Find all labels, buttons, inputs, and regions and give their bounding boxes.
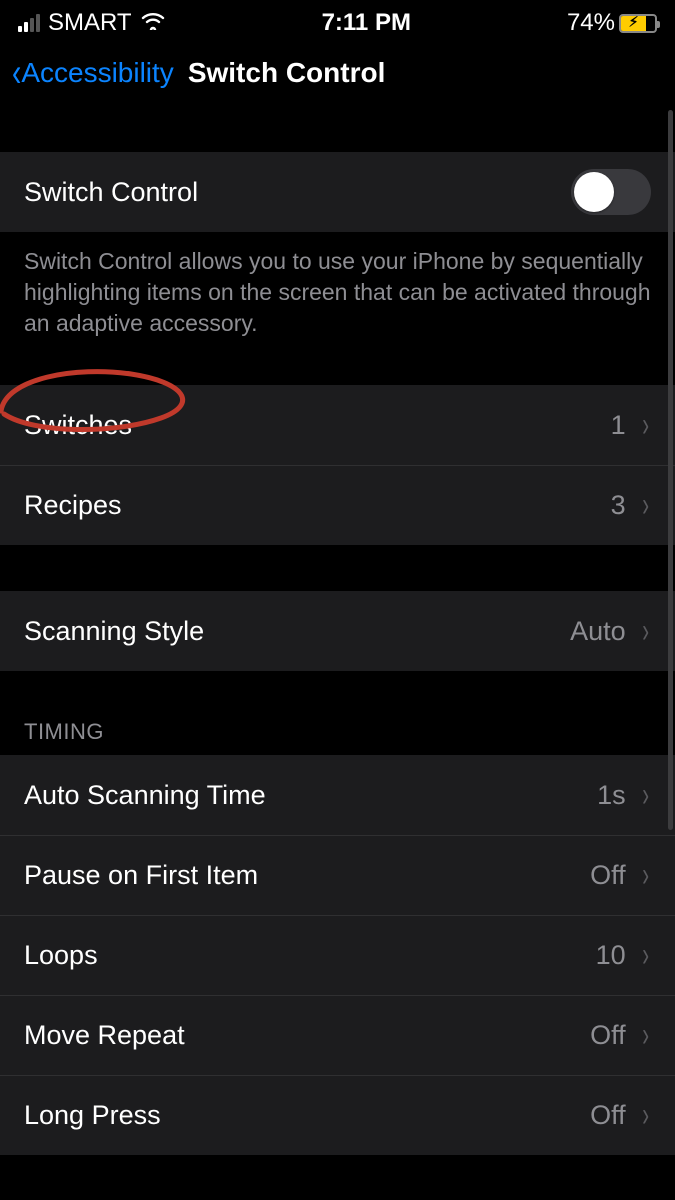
charging-bolt-icon: ⚡︎ [629, 14, 639, 31]
nav-bar: ‹ Accessibility Switch Control [0, 42, 675, 104]
recipes-value: 3 [611, 490, 626, 521]
scanning-style-row[interactable]: Scanning Style Auto › [0, 591, 675, 671]
cellular-signal-icon [18, 14, 40, 32]
recipes-label: Recipes [24, 490, 122, 521]
wifi-icon [140, 9, 166, 37]
toggle-knob [574, 172, 614, 212]
chevron-right-icon: › [642, 612, 649, 651]
clock: 7:11 PM [322, 9, 411, 37]
pause-on-first-item-value: Off [590, 860, 626, 891]
carrier-label: SMART [48, 9, 132, 37]
auto-scanning-time-value: 1s [597, 780, 626, 811]
move-repeat-row[interactable]: Move Repeat Off › [0, 995, 675, 1075]
switch-control-toggle[interactable] [571, 169, 651, 215]
status-bar: SMART 7:11 PM 74% ⚡︎ [0, 0, 675, 42]
pause-on-first-item-label: Pause on First Item [24, 860, 258, 891]
chevron-right-icon: › [642, 1096, 649, 1135]
back-button[interactable]: ‹ Accessibility [10, 53, 174, 93]
chevron-right-icon: › [642, 1016, 649, 1055]
scanning-style-label: Scanning Style [24, 616, 204, 647]
long-press-value: Off [590, 1100, 626, 1131]
battery-percentage: 74% [567, 9, 615, 37]
switches-row[interactable]: Switches 1 › [0, 385, 675, 465]
chevron-right-icon: › [642, 936, 649, 975]
loops-value: 10 [596, 940, 626, 971]
chevron-right-icon: › [642, 406, 649, 445]
chevron-left-icon: ‹ [12, 53, 21, 93]
auto-scanning-time-label: Auto Scanning Time [24, 780, 266, 811]
switches-value: 1 [611, 410, 626, 441]
loops-label: Loops [24, 940, 98, 971]
chevron-right-icon: › [642, 776, 649, 815]
move-repeat-value: Off [590, 1020, 626, 1051]
move-repeat-label: Move Repeat [24, 1020, 185, 1051]
chevron-right-icon: › [642, 486, 649, 525]
timing-section-header: TIMING [0, 719, 675, 755]
battery-icon: ⚡︎ [619, 14, 657, 33]
auto-scanning-time-row[interactable]: Auto Scanning Time 1s › [0, 755, 675, 835]
switches-label: Switches [24, 410, 132, 441]
recipes-row[interactable]: Recipes 3 › [0, 465, 675, 545]
back-label: Accessibility [21, 57, 173, 89]
chevron-right-icon: › [642, 856, 649, 895]
loops-row[interactable]: Loops 10 › [0, 915, 675, 995]
switch-control-footer: Switch Control allows you to use your iP… [0, 232, 675, 339]
scrollbar[interactable] [668, 110, 673, 830]
switch-control-toggle-label: Switch Control [24, 177, 198, 208]
switch-control-toggle-row[interactable]: Switch Control [0, 152, 675, 232]
long-press-row[interactable]: Long Press Off › [0, 1075, 675, 1155]
scanning-style-value: Auto [570, 616, 626, 647]
page-title: Switch Control [188, 57, 386, 89]
long-press-label: Long Press [24, 1100, 161, 1131]
pause-on-first-item-row[interactable]: Pause on First Item Off › [0, 835, 675, 915]
